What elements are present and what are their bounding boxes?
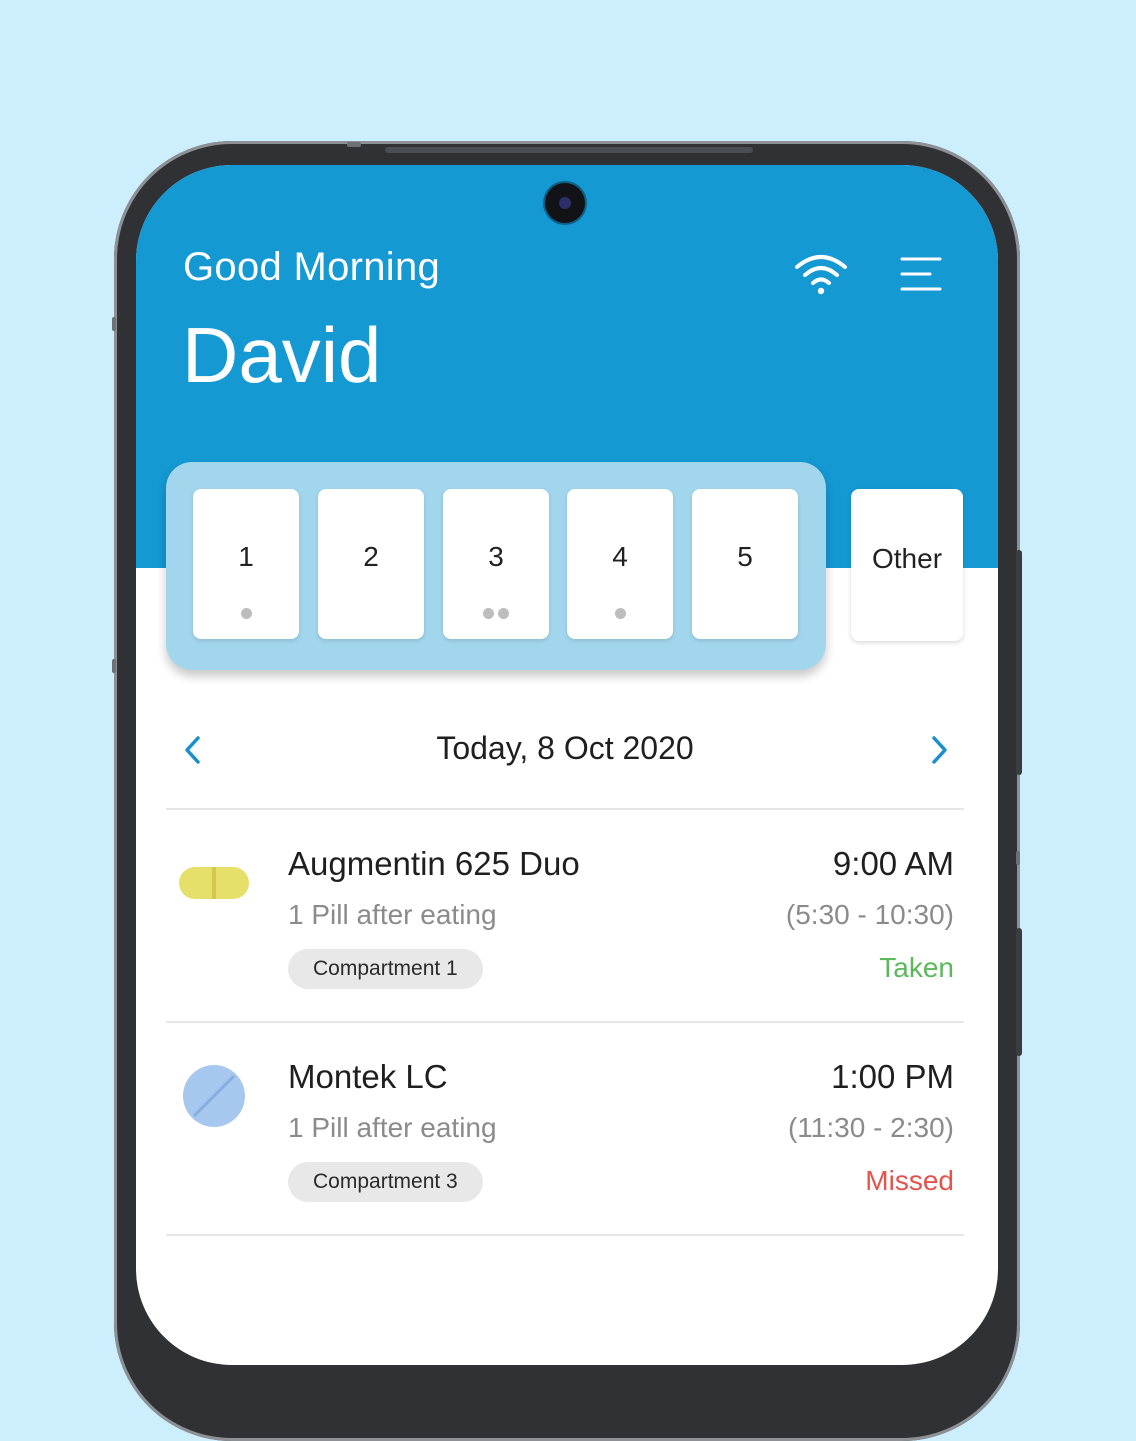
date-navigation: Today, 8 Oct 2020 — [166, 720, 964, 780]
compartment-3[interactable]: 3 — [443, 489, 549, 639]
divider — [166, 808, 964, 810]
compartment-other-label: Other — [871, 543, 943, 574]
compartment-badge: Compartment 3 — [288, 1162, 483, 1202]
medication-window: (11:30 - 2:30) — [787, 1112, 954, 1143]
volume-button — [1016, 550, 1022, 775]
tablet-icon — [183, 1065, 245, 1127]
frame-antenna-line — [112, 659, 116, 673]
divider — [166, 1021, 964, 1023]
medication-time: 1:00 PM — [831, 1058, 954, 1095]
user-name: David — [182, 311, 382, 399]
menu-icon[interactable] — [900, 256, 942, 292]
capsule-icon — [179, 867, 249, 899]
wifi-icon[interactable] — [794, 253, 848, 295]
greeting-text: Good Morning — [183, 245, 441, 289]
compartment-number: 4 — [612, 541, 628, 572]
status-taken: Taken — [879, 952, 954, 983]
medication-dose: 1 Pill after eating — [288, 899, 497, 930]
compartment-number: 5 — [737, 541, 753, 572]
medication-window: (5:30 - 10:30) — [785, 899, 954, 930]
medication-dose: 1 Pill after eating — [288, 1112, 497, 1143]
pill-dots — [443, 604, 549, 619]
phone-sensor — [347, 142, 361, 147]
frame-antenna-line — [1016, 851, 1020, 865]
phone-screen: Good Morning David 1 2 3 4 5 Other Today… — [136, 165, 998, 1365]
phone-speaker-grille — [385, 147, 753, 153]
date-label: Today, 8 Oct 2020 — [436, 730, 694, 766]
chevron-right-icon[interactable] — [926, 734, 952, 766]
compartment-badge: Compartment 1 — [288, 949, 483, 989]
compartment-number: 1 — [238, 541, 254, 572]
frame-antenna-line — [112, 317, 116, 331]
pill-dots — [567, 604, 673, 619]
compartment-4[interactable]: 4 — [567, 489, 673, 639]
power-button — [1016, 928, 1022, 1056]
divider — [166, 1234, 964, 1236]
compartment-number: 3 — [488, 541, 504, 572]
medication-row[interactable]: Augmentin 625 Duo 1 Pill after eating Co… — [166, 813, 964, 1023]
medication-name: Montek LC — [288, 1058, 448, 1095]
compartment-tray: 1 2 3 4 5 — [166, 462, 826, 670]
medication-name: Augmentin 625 Duo — [288, 845, 580, 882]
medication-time: 9:00 AM — [832, 845, 954, 882]
compartment-number: 2 — [363, 541, 379, 572]
pill-dots — [318, 604, 424, 616]
front-camera — [545, 183, 585, 223]
medication-row[interactable]: Montek LC 1 Pill after eating Compartmen… — [166, 1026, 964, 1236]
compartment-1[interactable]: 1 — [193, 489, 299, 639]
compartment-2[interactable]: 2 — [318, 489, 424, 639]
compartment-5[interactable]: 5 — [692, 489, 798, 639]
pill-dots — [692, 604, 798, 616]
pill-dots — [193, 604, 299, 619]
status-missed: Missed — [865, 1165, 954, 1196]
compartment-other[interactable]: Other — [851, 489, 963, 641]
